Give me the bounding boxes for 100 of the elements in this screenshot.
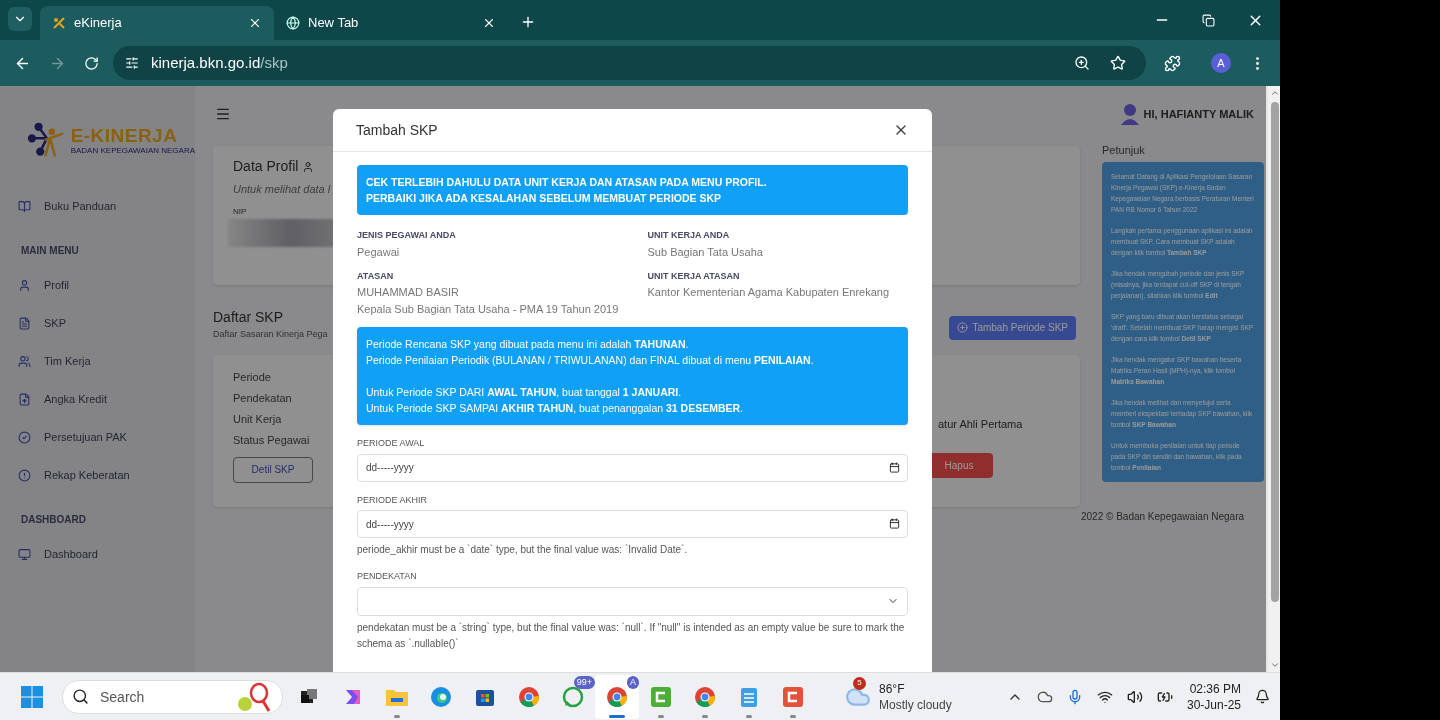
scroll-up-icon[interactable] (1270, 88, 1280, 98)
menu-item-icon (18, 392, 31, 406)
logo[interactable]: E-KINERJA BADAN KEPEGAWAIAN NEGARA (27, 116, 195, 164)
sidebar-item[interactable]: SKP (18, 304, 195, 342)
help-title: Petunjuk (1102, 143, 1146, 158)
bookmark-star-icon[interactable] (1110, 55, 1126, 71)
scroll-down-icon[interactable] (1270, 660, 1280, 670)
select-field[interactable] (357, 586, 908, 616)
alert-text: CEK TERLEBIH DAHULU DATA UNIT KERJA DAN ATASAN PADA MENU PROFIL. (366, 175, 768, 190)
notice-text: Untuk Periode SKP DARI AWAL TAHUN, buat tanggal 1 JANUARI. (366, 385, 683, 400)
section-title: Daftar SKP (213, 308, 285, 327)
tab-title: eKinerja (74, 14, 123, 33)
field-label: PENDEKATAN (357, 570, 418, 583)
sidebar-item[interactable]: Profil (18, 266, 195, 304)
menu-item-icon (18, 199, 31, 213)
start-icon[interactable] (21, 685, 43, 708)
field-label: PERIODE AWAL (357, 437, 426, 450)
site-info-icon[interactable] (125, 56, 139, 70)
info-label: UNIT KERJA ATASAN (647, 269, 741, 283)
video-editor-icon[interactable] (782, 685, 804, 708)
field-label: Pendekatan (233, 390, 292, 406)
browser-tab[interactable]: eKinerja (40, 6, 274, 40)
modal-title: Tambah SKP (356, 120, 438, 140)
sidebar-item[interactable]: Angka Kredit (18, 380, 195, 418)
temperature: 86°F (879, 680, 906, 697)
alert-text: PERBAIKI JIKA ADA KESALAHAN SEBELUM MEMBUAT PERIODE SKP (366, 191, 723, 206)
taskbar-app[interactable]: A (595, 674, 639, 719)
section-subtitle: Daftar Sasaran Kinerja Pega (213, 328, 328, 341)
card-title: Data Profil (233, 157, 299, 176)
search-field[interactable]: Search (62, 679, 283, 714)
sidebar-item[interactable]: Rekap Keberatan (18, 456, 195, 494)
new-tab-icon[interactable] (520, 14, 536, 30)
close-tab-icon[interactable] (248, 16, 262, 30)
notice-text: Periode Penilaian Periodik (BULANAN / TRIWULANAN) dan FINAL dibuat di menu PENILAIAN. (366, 353, 815, 368)
sidebar-heading: DASHBOARD (21, 513, 87, 527)
weather-condition: Mostly cloudy (879, 696, 952, 713)
info-value: Sub Bagian Tata Usaha (647, 244, 764, 260)
error-message: periode_akhir must be a `date` type, but the final value was: `Invalid Date`. (357, 543, 689, 557)
notifications-icon[interactable] (1255, 689, 1270, 704)
field-label: Status Pegawai (233, 432, 310, 448)
tab-list-button[interactable] (8, 7, 32, 31)
menu-item-icon (18, 547, 31, 561)
menu-item-icon (18, 278, 31, 292)
info-label: JENIS PEGAWAI ANDA (357, 229, 457, 242)
info-value: Kantor Kementerian Agama Kabupaten Enrekang (647, 285, 891, 300)
notification-badge: 99+ (573, 675, 595, 689)
info-value: MUHAMMAD BASIR (357, 285, 461, 300)
scrollbar[interactable] (1268, 86, 1280, 672)
notification-badge: A (627, 675, 639, 689)
sidebar-item[interactable]: Tim Kerja (18, 342, 195, 380)
chrome-icon[interactable] (694, 685, 716, 708)
screen-recorder-icon[interactable] (650, 685, 672, 708)
footer-text: 2022 © Badan Kepegawaian Negara (1081, 509, 1246, 524)
info-value: Pegawai (357, 244, 401, 260)
sidebar-item[interactable]: Persetujuan PAK (18, 418, 195, 456)
date-field[interactable]: dd-----yyyy (357, 510, 908, 538)
volume-icon[interactable] (1126, 688, 1143, 705)
sidebar-item[interactable]: Buku Panduan (18, 187, 195, 225)
browser-tab[interactable]: New Tab (274, 6, 508, 40)
card-subtitle: Untuk melihat data l (233, 182, 331, 197)
url-text: kinerja.bkn.go.id/skp (151, 52, 289, 73)
search-icon (72, 687, 89, 705)
info-value: Kepala Sub Bagian Tata Usaha - PMA 19 Tahun 2019 (357, 302, 618, 317)
chrome-icon[interactable] (518, 685, 540, 708)
date-field[interactable]: dd-----yyyy (357, 453, 908, 482)
tab-title: New Tab (308, 14, 360, 33)
plus-circle-icon (957, 322, 969, 333)
chrome-icon[interactable] (606, 685, 628, 708)
calendar-icon[interactable] (889, 461, 900, 473)
close-tab-icon[interactable] (482, 16, 496, 30)
logo-title: E-KINERJA (70, 125, 179, 145)
reload-icon[interactable] (84, 55, 99, 71)
field-label: Periode (233, 369, 271, 385)
tennis-icon (235, 681, 271, 712)
field-label: PERIODE AKHIR (357, 493, 429, 507)
user-greeting: HI, HAFIANTY MALIK (1143, 106, 1254, 122)
field-label: Unit Kerja (233, 411, 282, 427)
menu-item-icon (18, 430, 31, 444)
weather-badge: 5 (853, 676, 866, 690)
detail-skp-button[interactable]: Detil SKP (233, 456, 313, 483)
hamburger-menu-icon[interactable] (215, 106, 231, 122)
calendar-icon[interactable] (889, 518, 900, 529)
logo-subtitle: BADAN KEPEGAWAIAN NEGARA (70, 146, 195, 155)
chat-icon[interactable] (562, 685, 584, 708)
sidebar-heading: MAIN MENU (21, 244, 80, 258)
error-message: pendekatan must be a `string` type, but the final value was: `null`. If "null" is intended as an empty value be sure to mark the schema as `.nullable()` (357, 620, 906, 651)
info-label: UNIT KERJA ANDA (647, 229, 731, 242)
profile-avatar[interactable]: A (1211, 53, 1231, 73)
clock[interactable]: 02:36 PM 30-Jun-25 (1186, 680, 1241, 713)
extensions-icon[interactable] (1164, 54, 1181, 72)
taskbar-app[interactable]: 99+ (551, 674, 595, 719)
restore-icon[interactable] (1202, 13, 1215, 27)
add-period-button[interactable]: Tambah Periode SKP (949, 315, 1076, 340)
menu-item-icon (18, 316, 31, 330)
sidebar-item[interactable]: Dashboard (18, 535, 195, 573)
user-icon (302, 160, 315, 173)
site-logo-icon (52, 16, 66, 30)
edge-icon[interactable] (430, 685, 452, 708)
zoom-icon[interactable] (1074, 55, 1090, 71)
address-bar[interactable]: kinerja.bkn.go.id/skp (113, 46, 1146, 80)
